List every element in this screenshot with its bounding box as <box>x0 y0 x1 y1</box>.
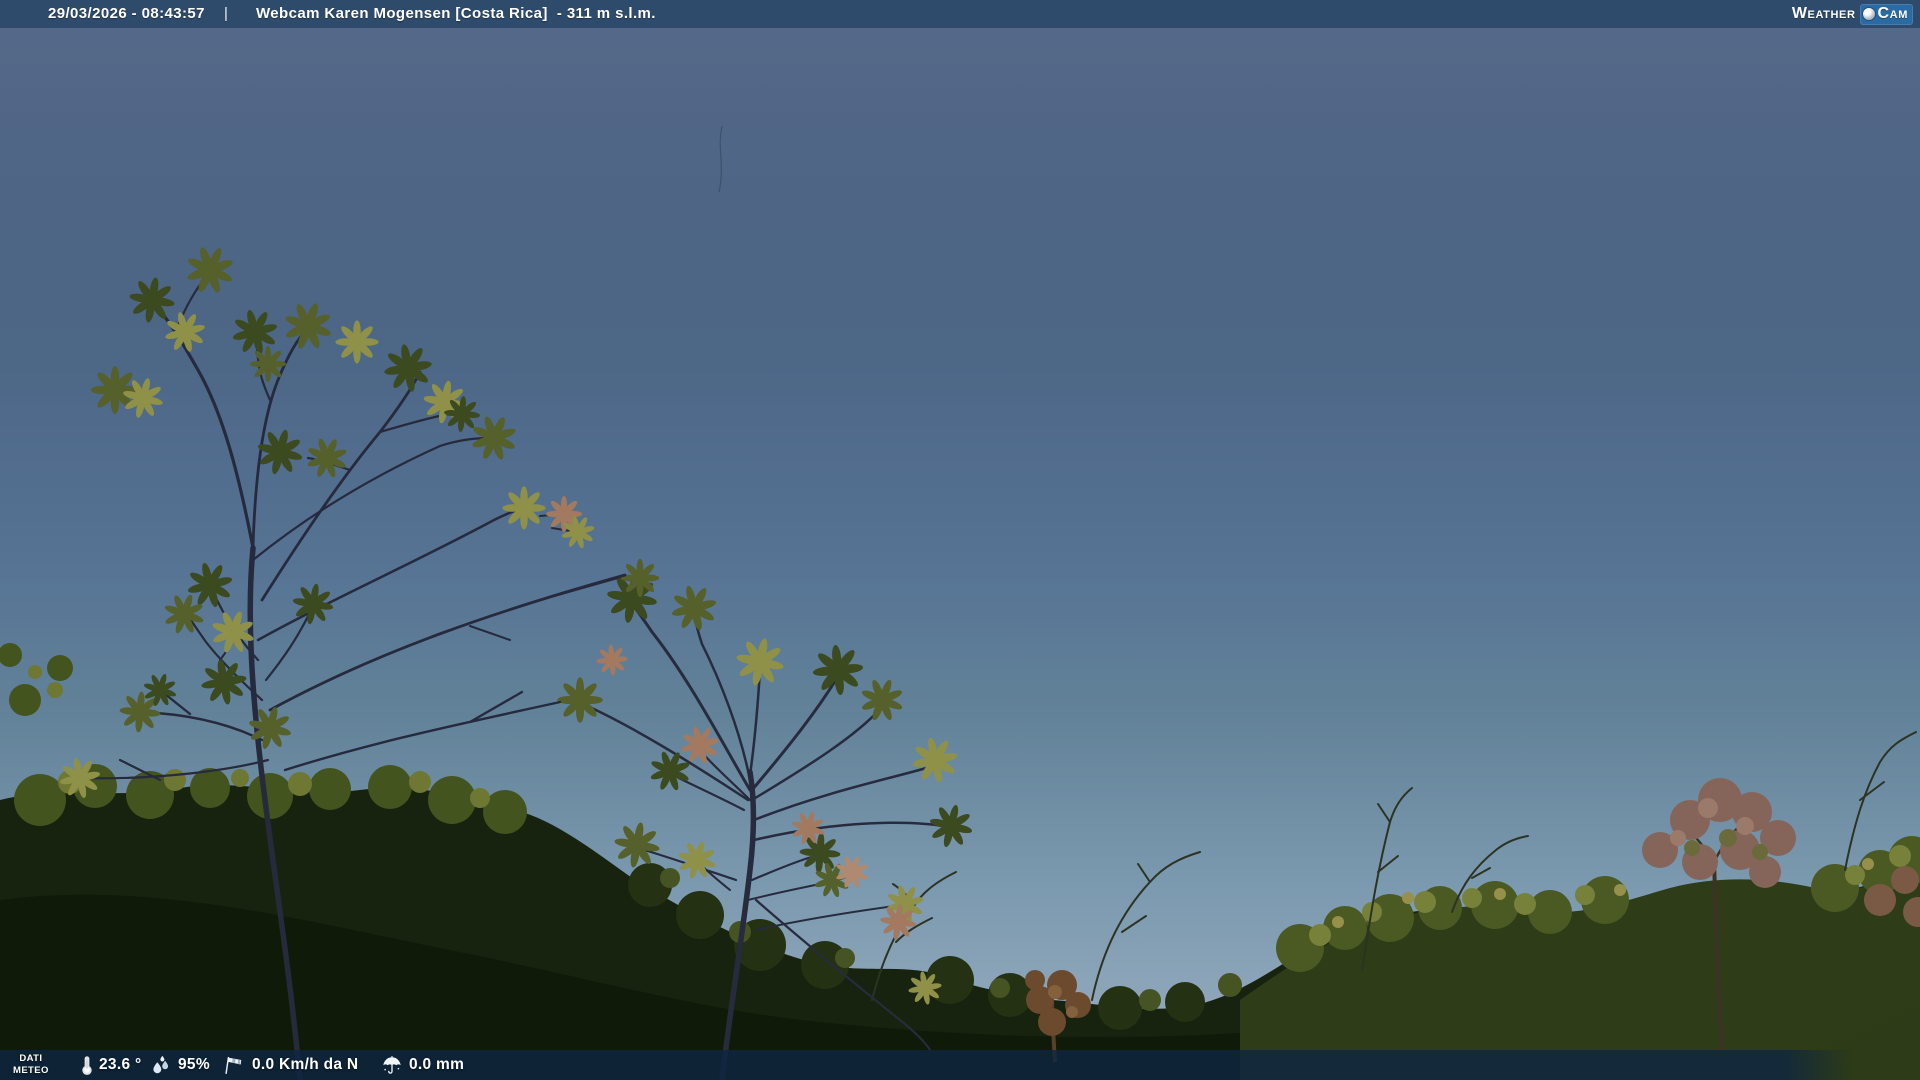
windsock-icon <box>222 1054 244 1076</box>
sky-filament <box>719 126 722 192</box>
globe-icon <box>1863 8 1875 20</box>
meteo-label-line1: DATI <box>13 1053 49 1065</box>
humidity-value: 95% <box>178 1050 210 1080</box>
logo-badge: Cam <box>1860 4 1913 25</box>
weathercam-logo: Weather Cam <box>1792 0 1913 28</box>
tree-line <box>0 643 1920 1080</box>
logo-text-weather: Weather <box>1792 5 1856 23</box>
rain-value: 0.0 mm <box>409 1050 464 1080</box>
wind-value: 0.0 Km/h da N <box>252 1050 358 1080</box>
water-drops-icon <box>150 1054 172 1076</box>
webcam-photo <box>0 0 1920 1080</box>
logo-text-cam: Cam <box>1878 5 1908 23</box>
header-bar: 29/03/2026 - 08:43:57 | Webcam Karen Mog… <box>0 0 1920 28</box>
timestamp: 29/03/2026 - 08:43:57 <box>48 0 205 28</box>
webcam-snapshot: 29/03/2026 - 08:43:57 | Webcam Karen Mog… <box>0 0 1920 1080</box>
separator: | <box>224 0 228 28</box>
webcam-title: Webcam Karen Mogensen [Costa Rica] - 311… <box>256 0 656 28</box>
thermometer-icon <box>76 1054 98 1076</box>
temperature-value: 23.6 ° <box>99 1050 141 1080</box>
meteo-panel-label: DATI METEO <box>13 1053 49 1077</box>
leaf-clusters <box>56 239 601 802</box>
meteo-label-line2: METEO <box>13 1065 49 1077</box>
weather-data-bar: DATI METEO 23.6 ° 95% 0.0 Km/h da N <box>0 1050 1920 1080</box>
umbrella-icon <box>381 1054 403 1076</box>
